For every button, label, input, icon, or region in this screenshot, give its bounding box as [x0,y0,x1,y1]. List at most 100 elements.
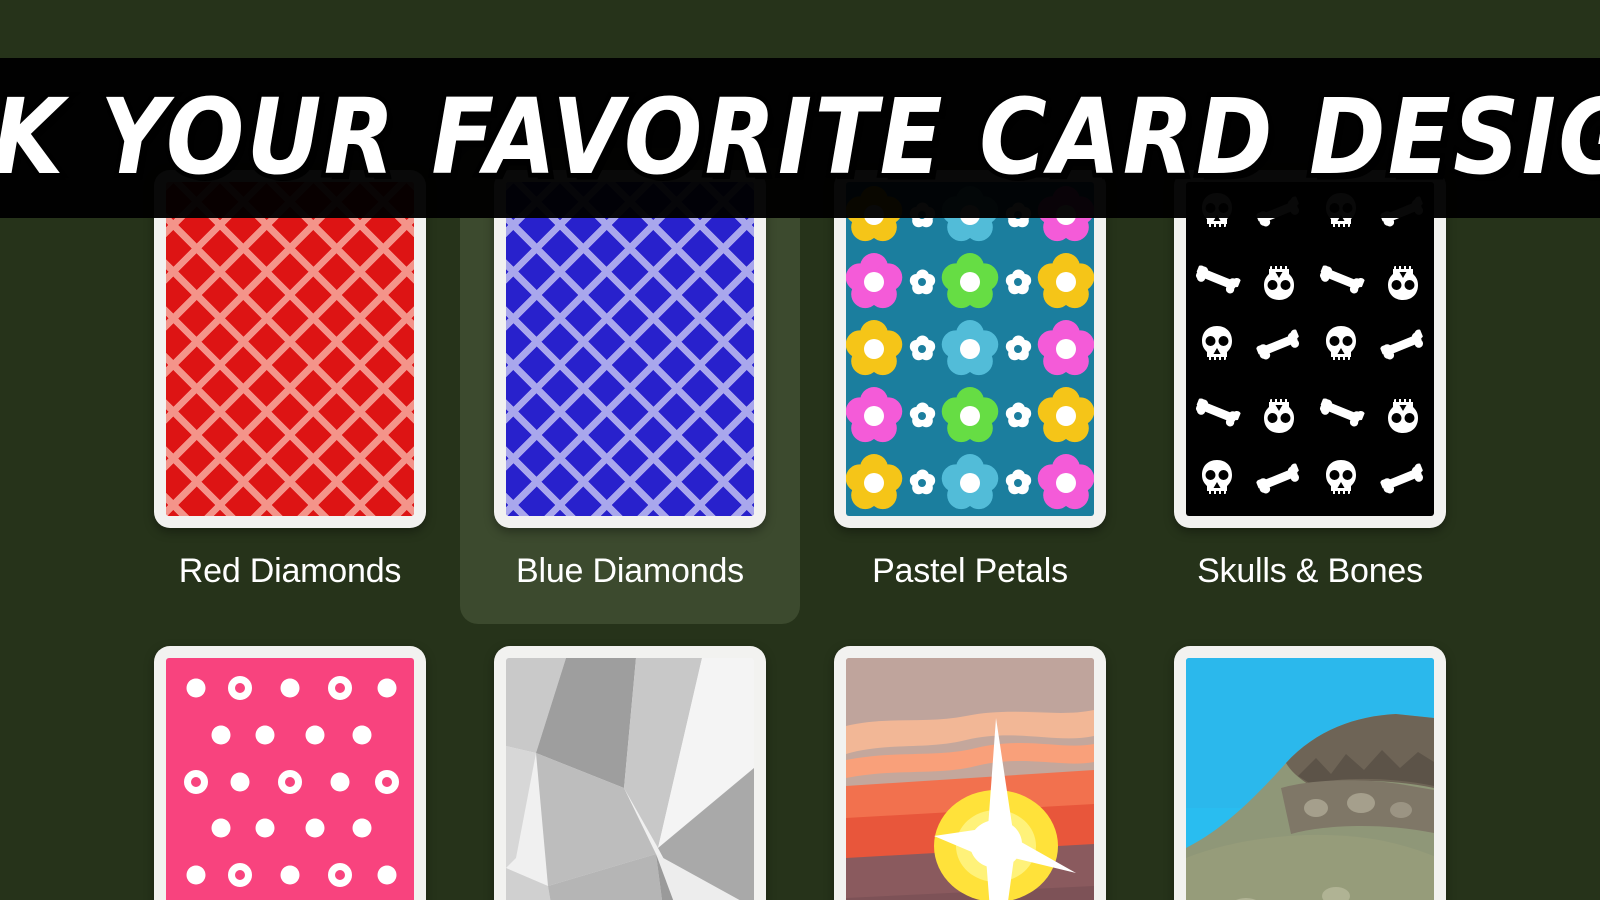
card-pattern-diamond-lattice [506,182,754,516]
small-flower-icon [909,335,935,361]
dot-icon [255,818,275,838]
flower-cell [941,386,999,444]
flower-icon [846,386,903,444]
flower-icon [1037,453,1094,511]
flower-icon [941,453,999,511]
small-flower-icon [909,402,935,428]
bone-icon [1255,330,1301,361]
dot-ring-icon [374,769,399,794]
design-label: Pastel Petals [872,552,1068,590]
skull-icon [1197,324,1237,373]
bone-icon [1255,463,1301,495]
dot-icon [377,678,397,698]
dot-icon [211,818,231,838]
dot-icon [230,772,250,792]
flower-cell [1005,469,1031,495]
flower-cell [846,253,903,310]
card-preview-skulls-and-bones[interactable] [1174,170,1446,528]
card-pattern-low-poly [506,658,754,900]
dot-ring-icon [228,676,253,701]
dot-ring-icon [228,863,253,888]
flower-cell [941,253,999,310]
small-flower-icon [909,269,935,294]
dot-ring-icon [327,676,352,701]
design-tile-mountain-photo[interactable] [1140,624,1480,900]
design-tile-blue-diamonds[interactable]: Blue Diamonds [460,148,800,624]
dot-icon [211,725,231,745]
dot-icon [280,865,300,885]
flower-cell [1037,319,1094,377]
card-preview-pastel-petals[interactable] [834,170,1106,528]
flower-cell [909,469,935,495]
design-tile-pink-dots[interactable] [120,624,460,900]
mountain-graphic [1186,658,1434,900]
title-banner: Pick Your Favorite Card Designs [0,58,1600,218]
flower-cell [1005,402,1031,428]
card-preview-blue-diamonds[interactable] [494,170,766,528]
dot-icon [255,725,275,745]
skull-pattern-grid [1186,182,1434,516]
flower-cell [846,386,903,444]
card-preview-mountain-photo[interactable] [1174,646,1446,900]
dot-icon [186,678,206,698]
dot-icon [330,772,350,792]
dot-icon [186,865,206,885]
flower-icon [846,319,903,377]
small-flower-icon [909,469,935,495]
flower-cell [941,453,999,511]
skull-icon [1197,458,1237,507]
small-flower-icon [1005,335,1031,361]
design-tile-skulls-and-bones[interactable]: Skulls & Bones [1140,148,1480,624]
small-flower-icon [1005,469,1031,495]
card-preview-pink-dots[interactable] [154,646,426,900]
dot-pattern-layer [166,658,414,900]
card-pattern-skulls [1186,182,1434,516]
flower-icon [1037,253,1094,310]
flower-cell [909,269,935,294]
card-design-grid: Red Diamonds Blue Diamonds Pastel Petals… [0,148,1600,900]
flower-cell [941,319,999,377]
dot-icon [352,818,372,838]
small-flower-icon [1005,402,1031,428]
card-pattern-flowers [846,182,1094,516]
flower-cell [909,335,935,361]
design-tile-red-diamonds[interactable]: Red Diamonds [120,148,460,624]
dot-ring-icon [327,863,352,888]
bone-icon [1379,463,1425,495]
flower-cell [1005,269,1031,294]
design-label: Red Diamonds [178,552,402,590]
skull-icon [1321,458,1361,507]
small-flower-icon [1005,269,1031,294]
skull-inverted-icon [1259,391,1299,440]
bone-icon [1319,265,1366,295]
flower-cell [846,453,903,511]
card-pattern-dots [166,658,414,900]
bone-icon [1379,330,1425,361]
flower-cell [1037,386,1094,444]
bone-icon [1195,398,1242,428]
sunset-graphic [846,658,1094,900]
flower-cell [1037,453,1094,511]
dot-icon [352,725,372,745]
card-preview-grey-low-poly[interactable] [494,646,766,900]
design-tile-grey-low-poly[interactable] [460,624,800,900]
low-poly-graphic [506,658,754,900]
flower-cell [1005,335,1031,361]
flower-icon [941,319,999,377]
bone-icon [1319,398,1366,428]
card-preview-red-diamonds[interactable] [154,170,426,528]
card-preview-sunset-photo[interactable] [834,646,1106,900]
design-tile-pastel-petals[interactable]: Pastel Petals [800,148,1140,624]
skull-icon [1321,324,1361,373]
bone-icon [1195,265,1242,295]
flower-cell [1037,253,1094,310]
flower-icon [1037,386,1094,444]
flower-icon [846,253,903,310]
dot-ring-icon [278,769,302,794]
design-tile-sunset-photo[interactable] [800,624,1140,900]
design-label: Blue Diamonds [516,552,744,590]
design-label: Skulls & Bones [1197,552,1423,590]
flower-icon [941,253,999,310]
card-pattern-mountain [1186,658,1434,900]
flower-pattern-grid [846,182,1094,516]
